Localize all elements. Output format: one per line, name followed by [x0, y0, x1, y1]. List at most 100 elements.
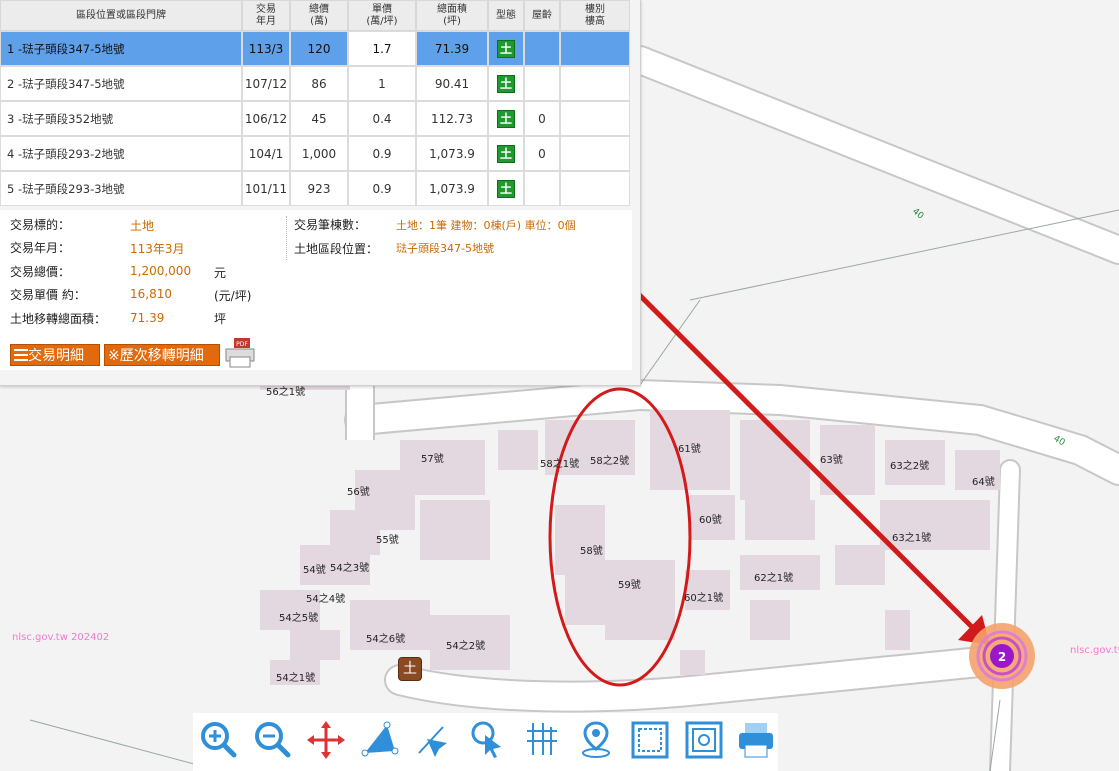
address-cell: 4 -琺子頭段293-2地號	[0, 136, 242, 171]
land-type-icon: 土	[497, 109, 515, 128]
col-header-date: 交易 年月	[242, 0, 290, 31]
house-number-label: 62之1號	[754, 573, 794, 584]
print-pdf-icon[interactable]: PDF	[224, 338, 256, 368]
age-cell: 0	[524, 136, 560, 171]
list-icon	[14, 349, 28, 361]
identify-icon[interactable]	[467, 717, 509, 763]
cluster-count: 2	[998, 650, 1006, 664]
unit-price-unit: (元/坪)	[214, 289, 252, 303]
total-cell: 86	[290, 66, 348, 101]
total-cell: 120	[290, 31, 348, 66]
date-cell: 107/12	[242, 66, 290, 101]
transaction-panel: 區段位置或區段門牌 交易 年月 總價 (萬) 單價 (萬/坪) 總面積 (坪) …	[0, 0, 641, 386]
area-label: 土地移轉總面積：	[10, 312, 107, 326]
area-cell: 1,073.9	[416, 171, 488, 206]
house-number-label: 54之5號	[279, 613, 319, 624]
table-row[interactable]: 1 -琺子頭段347-5地號 113/3 120 1.7 71.39 土	[0, 31, 630, 66]
unit-price-value: 16,810	[130, 287, 172, 301]
measure-area-icon[interactable]	[359, 717, 401, 763]
date-value: 113年3月	[130, 242, 185, 256]
unit-price-cell: 0.9	[348, 136, 416, 171]
unit-price-cell: 1.7	[348, 31, 416, 66]
frame-b-icon[interactable]	[683, 717, 725, 763]
house-number-label: 54之6號	[366, 634, 406, 645]
age-cell	[524, 171, 560, 206]
house-number-label: 54之1號	[276, 673, 316, 684]
total-cell: 45	[290, 101, 348, 136]
table-row[interactable]: 2 -琺子頭段347-5地號 107/12 86 1 90.41 土	[0, 66, 630, 101]
date-cell: 101/11	[242, 171, 290, 206]
house-number-label: 63之2號	[890, 461, 930, 472]
house-number-label: 54之3號	[330, 563, 370, 574]
house-number-label: 60號	[699, 515, 722, 526]
total-unit: 元	[214, 266, 227, 280]
table-row[interactable]: 5 -琺子頭段293-3地號 101/11 923 0.9 1,073.9 土	[0, 171, 630, 206]
target-value: 土地	[130, 219, 155, 233]
house-number-label: 55號	[376, 535, 399, 546]
house-number-label: 58之2號	[590, 456, 630, 467]
target-label: 交易標的：	[10, 218, 71, 232]
date-cell: 113/3	[242, 31, 290, 66]
total-cell: 1,000	[290, 136, 348, 171]
house-number-label: 63之1號	[892, 533, 932, 544]
grid-icon[interactable]	[521, 717, 563, 763]
age-cell	[524, 31, 560, 66]
transaction-detail-button[interactable]: 交易明細	[10, 344, 100, 366]
print-icon[interactable]	[735, 717, 777, 763]
pan-icon[interactable]	[305, 717, 347, 763]
area-cell: 112.73	[416, 101, 488, 136]
house-number-label: 54之4號	[306, 594, 346, 605]
col-header-area: 總面積 (坪)	[416, 0, 488, 31]
floor-cell	[560, 66, 630, 101]
zoom-in-icon[interactable]	[197, 717, 239, 763]
house-number-label: 59號	[618, 580, 641, 591]
age-cell: 0	[524, 101, 560, 136]
watermark-left: nlsc.gov.tw 202402	[12, 632, 110, 643]
zoom-out-icon[interactable]	[251, 717, 293, 763]
age-cell	[524, 66, 560, 101]
select-icon[interactable]	[413, 717, 455, 763]
locate-icon[interactable]	[575, 717, 617, 763]
type-cell: 土	[488, 136, 524, 171]
floor-cell	[560, 171, 630, 206]
transaction-detail-label: 交易明細	[28, 348, 84, 364]
date-cell: 106/12	[242, 101, 290, 136]
floor-cell	[560, 31, 630, 66]
col-header-type: 型態	[488, 0, 524, 31]
area-cell: 71.39	[416, 31, 488, 66]
transaction-cluster-icon[interactable]: 2	[968, 622, 1036, 690]
transfer-history-button[interactable]: ※歷次移轉明細	[104, 344, 220, 366]
col-header-total: 總價 (萬)	[290, 0, 348, 31]
type-cell: 土	[488, 31, 524, 66]
transaction-table: 區段位置或區段門牌 交易 年月 總價 (萬) 單價 (萬/坪) 總面積 (坪) …	[0, 0, 630, 206]
watermark-right: nlsc.gov.tw	[1070, 645, 1119, 656]
house-number-label: 58號	[580, 546, 603, 557]
unit-price-cell: 0.4	[348, 101, 416, 136]
date-label: 交易年月：	[10, 241, 71, 255]
address-cell: 2 -琺子頭段347-5地號	[0, 66, 242, 101]
address-cell: 1 -琺子頭段347-5地號	[0, 31, 242, 66]
type-cell: 土	[488, 171, 524, 206]
house-number-label: 56號	[347, 487, 370, 498]
floor-cell	[560, 136, 630, 171]
house-number-label: 54號	[303, 565, 326, 576]
house-number-label: 57號	[421, 454, 444, 465]
total-value: 1,200,000	[130, 264, 192, 278]
unit-price-label: 交易單價 約：	[10, 288, 86, 302]
location-value: 琺子頭段347-5地號	[396, 242, 494, 255]
area-value: 71.39	[130, 311, 165, 325]
table-row[interactable]: 4 -琺子頭段293-2地號 104/1 1,000 0.9 1,073.9 土 0	[0, 136, 630, 171]
land-type-icon: 土	[497, 144, 515, 163]
total-cell: 923	[290, 171, 348, 206]
pdf-badge: PDF	[236, 341, 248, 348]
land-type-icon: 土	[497, 179, 515, 198]
house-number-label: 58之1號	[540, 459, 580, 470]
address-cell: 5 -琺子頭段293-3地號	[0, 171, 242, 206]
house-number-label: 64號	[972, 477, 995, 488]
table-row[interactable]: 3 -琺子頭段352地號 106/12 45 0.4 112.73 土 0	[0, 101, 630, 136]
count-value: 土地：1筆 建物：0棟(戶) 車位：0個	[396, 219, 576, 232]
land-type-icon: 土	[497, 74, 515, 93]
frame-a-icon[interactable]	[629, 717, 671, 763]
land-marker-icon[interactable]: 土	[398, 657, 422, 681]
date-cell: 104/1	[242, 136, 290, 171]
